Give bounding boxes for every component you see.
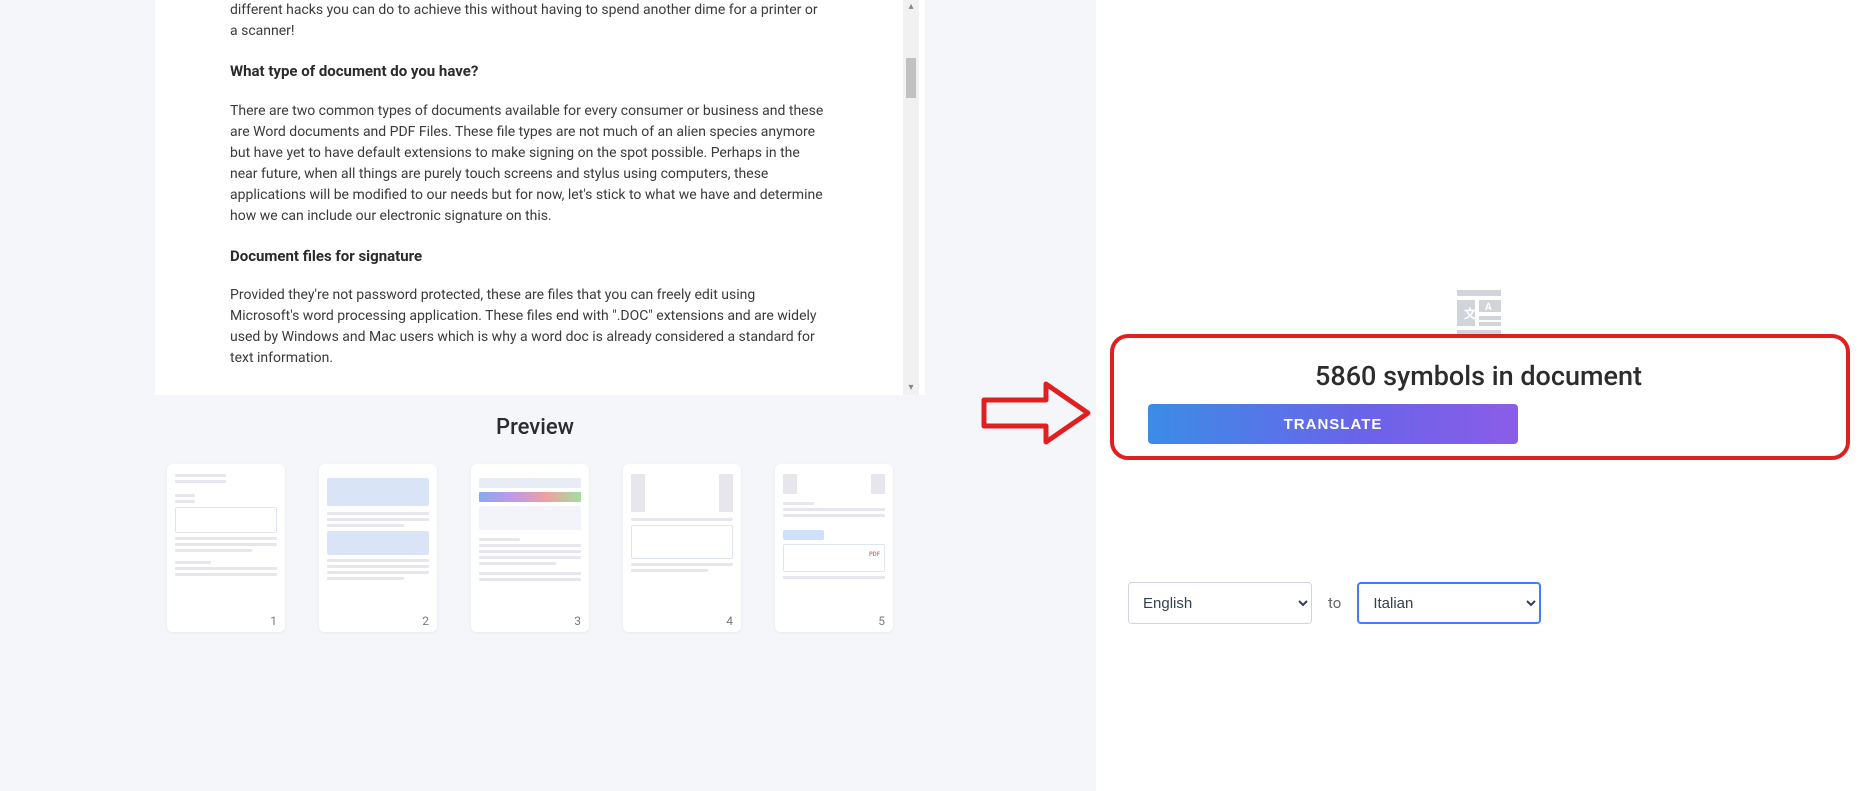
preview-title: Preview — [155, 415, 915, 440]
language-selector-row: English to Italian — [1128, 582, 1541, 624]
translate-panel: 文 A 5860 symbols in document TRANSLATE E… — [1096, 0, 1861, 791]
document-preview-panel: different hacks you can do to achieve th… — [0, 0, 1096, 791]
doc-heading: What type of document do you have? — [230, 60, 825, 83]
doc-paragraph: different hacks you can do to achieve th… — [230, 0, 825, 42]
page-number: 5 — [878, 614, 885, 628]
scroll-up-arrow-icon[interactable]: ▴ — [906, 2, 916, 12]
annotation-arrow-icon — [976, 378, 1096, 448]
page-number: 1 — [270, 614, 277, 628]
doc-heading: Document files for signature — [230, 245, 825, 268]
scroll-down-arrow-icon[interactable]: ▾ — [906, 383, 916, 393]
page-number: 3 — [574, 614, 581, 628]
page-number: 4 — [726, 614, 733, 628]
svg-text:A: A — [1485, 302, 1492, 313]
to-label: to — [1328, 594, 1341, 612]
document-viewer: different hacks you can do to achieve th… — [155, 0, 925, 395]
page-thumbnail[interactable]: 4 — [623, 464, 741, 632]
page-thumbnail[interactable]: 1 — [167, 464, 285, 632]
page-thumbnail[interactable]: 3 — [471, 464, 589, 632]
translate-button[interactable]: TRANSLATE — [1148, 404, 1518, 444]
thumbnail-row: 1 2 — [155, 464, 920, 632]
document-scrollbar[interactable]: ▴ ▾ — [903, 0, 919, 395]
page-thumbnail[interactable]: PDF 5 — [775, 464, 893, 632]
doc-paragraph: There are two common types of documents … — [230, 101, 825, 227]
document-content: different hacks you can do to achieve th… — [155, 0, 925, 369]
page-number: 2 — [422, 614, 429, 628]
target-language-select[interactable]: Italian — [1357, 582, 1541, 624]
svg-text:文: 文 — [1464, 306, 1477, 321]
page-thumbnail[interactable]: 2 — [319, 464, 437, 632]
translate-icon: 文 A — [1451, 290, 1507, 340]
preview-section: Preview — [0, 415, 920, 632]
source-language-select[interactable]: English — [1128, 582, 1312, 624]
scrollbar-thumb[interactable] — [906, 58, 916, 98]
symbol-count-text: 5860 symbols in document — [1096, 360, 1861, 392]
doc-paragraph: Provided they're not password protected,… — [230, 285, 825, 369]
